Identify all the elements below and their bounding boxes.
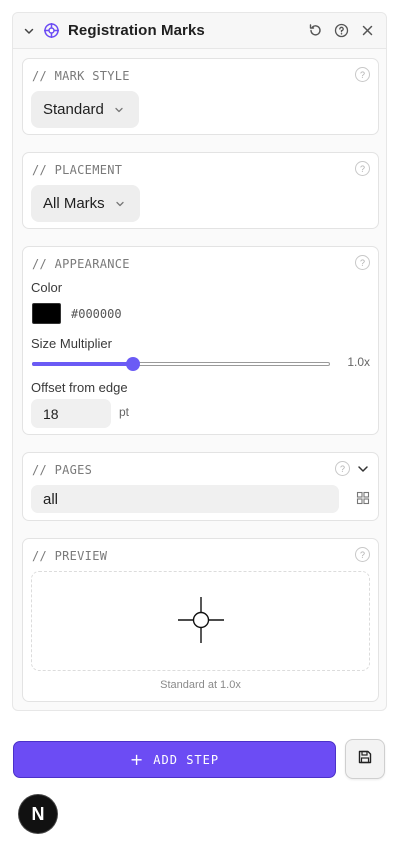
size-multiplier-slider[interactable] xyxy=(32,357,330,371)
preview-canvas xyxy=(31,571,370,671)
registration-marks-panel: Registration Marks // MARK STYLE ? Stand… xyxy=(12,12,387,711)
panel-header: Registration Marks xyxy=(13,13,386,49)
size-multiplier-label: Size Multiplier xyxy=(31,336,112,351)
pages-section: // PAGES ? all xyxy=(22,452,379,521)
help-icon[interactable]: ? xyxy=(355,67,370,82)
chevron-down-icon xyxy=(115,199,125,209)
mark-style-value: Standard xyxy=(43,101,104,118)
reset-icon[interactable] xyxy=(306,22,324,40)
placement-dropdown[interactable]: All Marks xyxy=(31,185,140,222)
mark-style-section: // MARK STYLE ? Standard xyxy=(22,58,379,135)
preview-caption: Standard at 1.0x xyxy=(160,679,241,691)
mark-style-dropdown[interactable]: Standard xyxy=(31,91,139,128)
close-icon[interactable] xyxy=(358,22,376,40)
appearance-label: // APPEARANCE xyxy=(32,257,130,271)
placement-value: All Marks xyxy=(43,195,105,212)
registration-target-icon xyxy=(43,22,61,40)
help-circle-icon[interactable] xyxy=(332,22,350,40)
appearance-section: // APPEARANCE ? Color #000000 Size Multi… xyxy=(22,246,379,435)
add-step-label: ADD STEP xyxy=(153,752,220,767)
slider-thumb[interactable] xyxy=(126,357,141,371)
offset-unit: pt xyxy=(119,405,130,419)
preview-section: // PREVIEW ? Standard at 1.0x xyxy=(22,538,379,702)
placement-label: // PLACEMENT xyxy=(32,163,123,177)
offset-label: Offset from edge xyxy=(31,380,128,395)
preview-label: // PREVIEW xyxy=(32,549,108,563)
pages-input[interactable]: all xyxy=(31,485,339,513)
save-button[interactable] xyxy=(345,739,385,779)
help-icon[interactable]: ? xyxy=(355,255,370,270)
help-icon[interactable]: ? xyxy=(335,461,350,476)
grid-icon[interactable] xyxy=(356,491,371,506)
registration-mark-preview xyxy=(178,597,224,643)
chevron-down-icon xyxy=(114,105,124,115)
chevron-down-icon[interactable] xyxy=(356,462,370,476)
mark-style-label: // MARK STYLE xyxy=(32,69,130,83)
add-step-button[interactable]: + ADD STEP xyxy=(13,741,336,778)
chevron-down-icon[interactable] xyxy=(21,23,37,39)
pages-label: // PAGES xyxy=(32,463,93,477)
help-icon[interactable]: ? xyxy=(355,547,370,562)
color-hex-value: #000000 xyxy=(71,307,122,321)
color-swatch[interactable] xyxy=(32,303,61,324)
app-logo[interactable]: N xyxy=(19,795,57,833)
color-label: Color xyxy=(31,280,63,295)
offset-input[interactable]: 18 xyxy=(31,399,111,428)
save-icon xyxy=(357,749,373,770)
plus-icon: + xyxy=(129,750,145,769)
help-icon[interactable]: ? xyxy=(355,161,370,176)
size-multiplier-value: 1.0x xyxy=(347,355,370,369)
placement-section: // PLACEMENT ? All Marks xyxy=(22,152,379,229)
panel-title: Registration Marks xyxy=(68,22,205,39)
slider-fill xyxy=(32,362,134,366)
